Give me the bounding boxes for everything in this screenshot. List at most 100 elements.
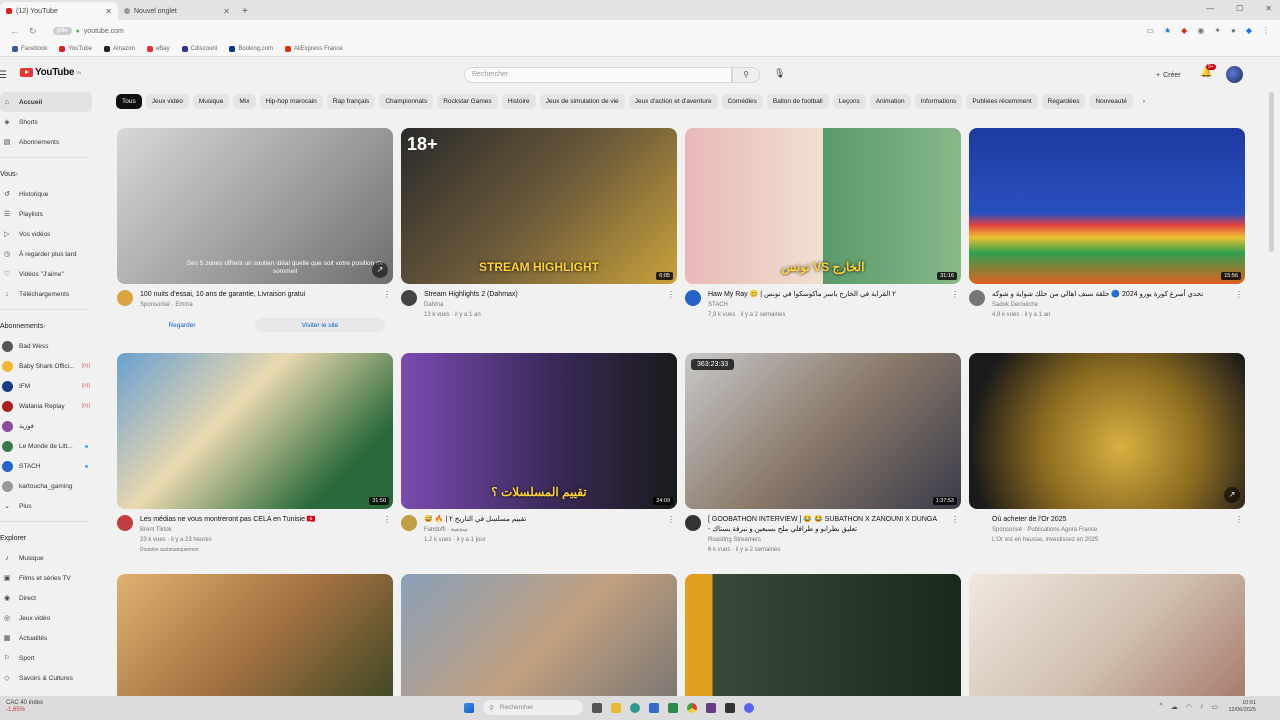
filter-chip[interactable]: Animation xyxy=(869,94,911,109)
sidebar-channel[interactable]: Le Monde de Litt... xyxy=(0,436,100,456)
sidebar-section-you[interactable]: Vous › xyxy=(0,164,100,184)
bookmark-ebay[interactable]: eBay xyxy=(146,46,170,52)
filter-chip[interactable]: Championnats xyxy=(379,94,434,109)
task-view-icon[interactable] xyxy=(592,702,602,713)
filter-chip[interactable]: Histoire xyxy=(501,94,536,109)
ad-card[interactable]: ↗ Où acheter de l'Or 2025 Sponsorisé · Pub… xyxy=(969,353,1245,545)
more-actions-icon[interactable]: ⋮ xyxy=(1235,290,1243,299)
video-thumbnail[interactable]: 31:16 تونس VS الخارج xyxy=(685,128,961,284)
filter-chip[interactable]: Tous xyxy=(116,94,142,109)
filter-chip[interactable]: Nouveauté xyxy=(1089,94,1133,109)
chrome-icon[interactable] xyxy=(687,702,697,713)
filter-chip[interactable]: Regardées xyxy=(1041,94,1086,109)
close-window-icon[interactable]: ✕ xyxy=(1265,4,1272,13)
youtube-logo[interactable]: YouTube TN xyxy=(20,67,81,78)
sidebar-channel[interactable]: Bad Wess xyxy=(0,336,100,356)
clock[interactable]: 10:51 12/06/2025 xyxy=(1228,700,1256,714)
extension-shield-icon[interactable]: ◆ xyxy=(1181,26,1187,35)
sidebar-item-subscriptions[interactable]: ▤ Abonnements xyxy=(0,132,100,152)
channel-avatar[interactable] xyxy=(969,290,985,306)
more-actions-icon[interactable]: ⋮ xyxy=(1235,515,1243,524)
sidebar-item-gaming[interactable]: ◎ Jeux vidéo xyxy=(0,608,100,628)
sidebar-item-learning[interactable]: ◇ Savoirs & Cultures xyxy=(0,668,100,688)
terminal-icon[interactable] xyxy=(725,702,735,713)
maximize-icon[interactable]: ☐ xyxy=(1236,4,1243,13)
sidebar-item-watch-later[interactable]: ◷ À regarder plus tard xyxy=(0,244,100,264)
video-title[interactable]: Stream Highlights 2 (Dahmax) xyxy=(424,290,654,300)
sidebar-channel[interactable]: Watania Replay ((•)) xyxy=(0,396,100,416)
filter-chip[interactable]: Comédies xyxy=(721,94,763,109)
filter-chip[interactable]: Jeux d'action et d'aventure xyxy=(628,94,718,109)
url-text[interactable]: youtube.com xyxy=(84,28,124,35)
video-title[interactable]: [ GOOBATHON INTERVIEW ] 😂 😂 SUBATHON X Z… xyxy=(708,515,938,535)
windows-start-icon[interactable] xyxy=(464,702,474,713)
more-actions-icon[interactable]: ⋮ xyxy=(383,290,391,299)
video-title[interactable]: 100 nuits d'essai, 10 ans de garantie, L… xyxy=(140,290,370,300)
filter-chip[interactable]: Rockstar Games xyxy=(437,94,498,109)
channel-avatar[interactable] xyxy=(685,290,701,306)
close-tab-icon[interactable]: ✕ xyxy=(105,7,112,16)
ad-card[interactable]: Ses 5 zones offrent un soutien idéal que… xyxy=(117,128,393,332)
discord-icon[interactable] xyxy=(744,702,754,713)
more-actions-icon[interactable]: ⋮ xyxy=(951,290,959,299)
video-title[interactable]: Où acheter de l'Or 2025 xyxy=(992,515,1222,525)
video-card[interactable]: 15:56 تحدي أسرع كورة يورو 2024 🔵 حلقة نسف… xyxy=(969,128,1245,320)
channel-name[interactable]: Sadok Derouiche xyxy=(992,300,1222,310)
channel-avatar[interactable] xyxy=(117,515,133,531)
site-info-pill[interactable]: gfile xyxy=(52,27,72,35)
volume-icon[interactable]: ♪ xyxy=(1200,703,1204,711)
guide-menu-icon[interactable]: ☰ xyxy=(0,70,7,81)
bookmark-cdiscount[interactable]: Cdiscount xyxy=(181,46,217,52)
store-icon[interactable] xyxy=(649,702,659,713)
page-scrollbar[interactable] xyxy=(1269,92,1274,252)
battery-icon[interactable]: ▭ xyxy=(1211,703,1218,711)
sidebar-item-music[interactable]: ♪ Musique xyxy=(0,548,100,568)
sidebar-item-film[interactable]: ▣ Films et séries TV xyxy=(0,568,100,588)
channel-avatar[interactable] xyxy=(401,290,417,306)
filter-chip[interactable]: Musique xyxy=(192,94,230,109)
chevron-up-icon[interactable]: ^ xyxy=(1159,703,1162,711)
new-tab-button[interactable]: + xyxy=(236,2,254,20)
external-link-icon[interactable]: ↗ xyxy=(372,262,388,278)
notifications-button[interactable]: 🔔 9+ xyxy=(1200,64,1216,78)
filter-chip[interactable]: Rap français xyxy=(326,94,376,109)
more-actions-icon[interactable]: ⋮ xyxy=(951,515,959,524)
sidebar-channel[interactable]: kartoucha_gaming xyxy=(0,476,100,496)
channel-avatar[interactable] xyxy=(969,515,985,531)
sidebar-item-playlist[interactable]: ☰ Playlists xyxy=(0,204,100,224)
browser-tab-youtube[interactable]: (12) YouTube ✕ xyxy=(0,2,118,20)
stock-widget[interactable]: CAC 40 index -1,65% xyxy=(6,700,43,714)
sidebar-item-home[interactable]: ⌂ Accueil xyxy=(0,92,92,112)
taskbar-search[interactable]: ⚲ Rechercher xyxy=(483,700,583,715)
filter-chip[interactable]: Informations xyxy=(914,94,963,109)
video-title[interactable]: 😅 🔥 | تقييم مسلسل في التاريخ ٢ xyxy=(424,515,654,525)
sidebar-item-like[interactable]: ♡ Vidéos "J'aime" xyxy=(0,264,100,284)
bookmark-youtube[interactable]: YouTube xyxy=(59,46,92,52)
more-actions-icon[interactable]: ⋮ xyxy=(667,290,675,299)
install-icon[interactable]: ▭ xyxy=(1146,26,1154,35)
filter-chip[interactable]: Publiées récemment xyxy=(966,94,1038,109)
app-icon[interactable] xyxy=(706,702,716,713)
address-bar[interactable]: gfile ● youtube.com xyxy=(47,24,130,38)
video-card[interactable]: 24:09 تقييم المسلسلات ؟ 😅 🔥 | تقييم مسلسل … xyxy=(401,353,677,545)
video-thumbnail[interactable]: 6:05 18+ STREAM HIGHLIGHT xyxy=(401,128,677,284)
sidebar-item-news[interactable]: ▦ Actualités xyxy=(0,628,100,648)
wifi-icon[interactable]: ◠ xyxy=(1186,703,1192,711)
more-actions-icon[interactable]: ⋮ xyxy=(383,515,391,524)
channel-avatar[interactable] xyxy=(685,515,701,531)
voice-search-icon[interactable]: 🎙 xyxy=(774,68,785,79)
video-card[interactable]: 6:05 18+ STREAM HIGHLIGHT Stream Highlights… xyxy=(401,128,677,320)
sidebar-section-subscriptions[interactable]: Abonnements › xyxy=(0,316,100,336)
channel-name[interactable]: Sponsorisé · Publications Agora France xyxy=(992,525,1222,535)
sidebar-channel[interactable]: IFM ((•)) xyxy=(0,376,100,396)
video-title[interactable]: تحدي أسرع كورة يورو 2024 🔵 حلقة نسف اهال… xyxy=(992,290,1222,300)
sidebar-item-sport[interactable]: ⚐ Sport xyxy=(0,648,100,668)
external-link-icon[interactable]: ↗ xyxy=(1224,487,1240,503)
sidebar-more-button[interactable]: ⌄ Plus xyxy=(0,496,100,516)
bookmark-amazon[interactable]: Amazon xyxy=(103,46,135,52)
extension-blue-icon[interactable]: ◆ xyxy=(1246,26,1252,35)
channel-name[interactable]: Fahdoffi · سجعية xyxy=(424,525,654,535)
channel-name[interactable]: Brent Tiktok xyxy=(140,525,370,535)
bookmark-facebook[interactable]: Facebook xyxy=(12,46,47,52)
filter-chip[interactable]: Jeux de simulation de vie xyxy=(539,94,625,109)
